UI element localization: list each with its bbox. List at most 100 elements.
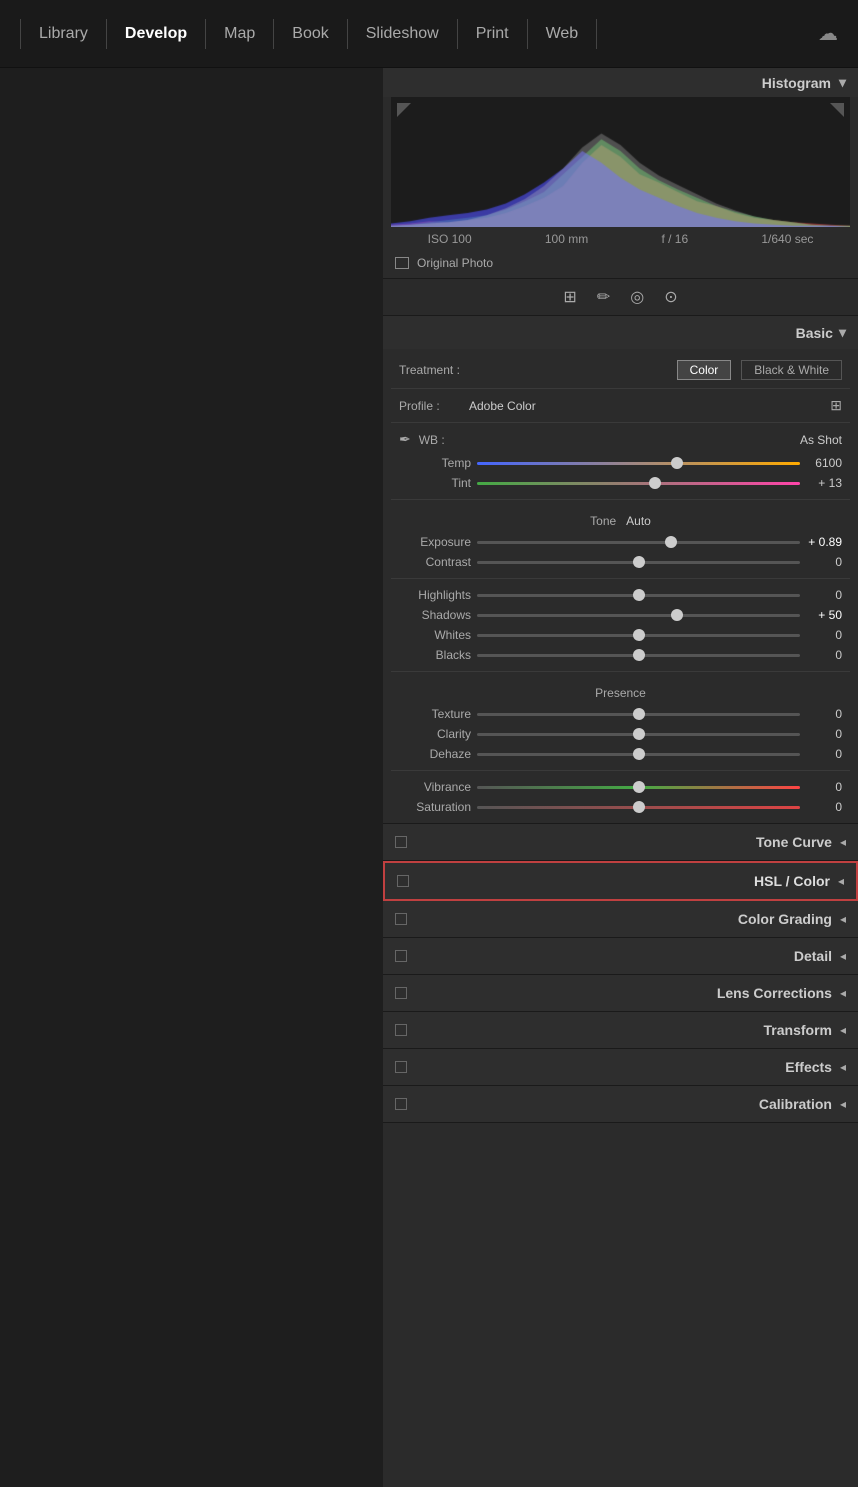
slider-track-dehaze[interactable] xyxy=(477,753,800,756)
panel-title-calibration: Calibration xyxy=(417,1096,832,1112)
panel-checkbox-detail[interactable] xyxy=(395,950,407,962)
slider-label-temp: Temp xyxy=(399,456,471,470)
slider-value-dehaze: 0 xyxy=(806,747,842,761)
tools-row: ⊞ ✏ ◎ ⊙ xyxy=(383,279,858,316)
original-photo-row[interactable]: Original Photo xyxy=(383,251,858,278)
slider-row-shadows: Shadows+ 50 xyxy=(391,605,850,625)
original-photo-label: Original Photo xyxy=(417,256,493,270)
panel-header-lens-corrections[interactable]: Lens Corrections◂ xyxy=(383,975,858,1012)
panel-header-calibration[interactable]: Calibration◂ xyxy=(383,1086,858,1123)
panel-header-hsl-color[interactable]: HSL / Color◂ xyxy=(383,861,858,901)
panel-arrow-effects: ◂ xyxy=(840,1060,846,1074)
slider-thumb-dehaze[interactable] xyxy=(633,748,645,760)
treatment-bw-btn[interactable]: Black & White xyxy=(741,360,842,380)
wb-value[interactable]: As Shot xyxy=(455,433,842,447)
slider-thumb-tint[interactable] xyxy=(649,477,661,489)
top-navigation: Library Develop Map Book Slideshow Print… xyxy=(0,0,858,68)
slider-row-exposure: Exposure+ 0.89 xyxy=(391,532,850,552)
panel-checkbox-hsl-color[interactable] xyxy=(397,875,409,887)
eyedropper-icon[interactable]: ✒ xyxy=(399,431,411,448)
slider-thumb-saturation[interactable] xyxy=(633,801,645,813)
slider-row-whites: Whites0 xyxy=(391,625,850,645)
slider-row-dehaze: Dehaze0 xyxy=(391,744,850,764)
slider-track-shadows[interactable] xyxy=(477,614,800,617)
slider-label-clarity: Clarity xyxy=(399,727,471,741)
treatment-color-btn[interactable]: Color xyxy=(677,360,732,380)
panel-checkbox-tone-curve[interactable] xyxy=(395,836,407,848)
nav-print[interactable]: Print xyxy=(458,19,528,49)
profile-grid-icon[interactable]: ⊞ xyxy=(830,397,842,414)
slider-thumb-blacks[interactable] xyxy=(633,649,645,661)
slider-thumb-contrast[interactable] xyxy=(633,556,645,568)
panel-checkbox-transform[interactable] xyxy=(395,1024,407,1036)
panel-header-detail[interactable]: Detail◂ xyxy=(383,938,858,975)
slider-label-shadows: Shadows xyxy=(399,608,471,622)
slider-thumb-exposure[interactable] xyxy=(665,536,677,548)
auto-tone-btn[interactable]: Auto xyxy=(626,514,651,528)
panel-header-color-grading[interactable]: Color Grading◂ xyxy=(383,901,858,938)
basic-title: Basic xyxy=(796,325,833,341)
slider-track-highlights[interactable] xyxy=(477,594,800,597)
panel-header-effects[interactable]: Effects ◂ xyxy=(383,1049,858,1086)
panel-arrow-lens-corrections: ◂ xyxy=(840,986,846,1000)
tone-subsection: Tone Auto xyxy=(391,506,850,532)
panel-title-effects: Effects xyxy=(417,1059,832,1075)
panel-checkbox-color-grading[interactable] xyxy=(395,913,407,925)
adjust-sliders: Highlights0Shadows+ 50Whites0Blacks0 xyxy=(391,585,850,665)
slider-label-blacks: Blacks xyxy=(399,648,471,662)
slider-thumb-clarity[interactable] xyxy=(633,728,645,740)
histogram-section: Histogram ▾ ISO 100 100 mm f / 16 1/640 … xyxy=(383,68,858,279)
slider-thumb-texture[interactable] xyxy=(633,708,645,720)
slider-track-tint[interactable] xyxy=(477,482,800,485)
slider-value-exposure: + 0.89 xyxy=(806,535,842,549)
nav-web[interactable]: Web xyxy=(528,19,598,49)
cloud-sync-icon[interactable]: ☁ xyxy=(818,21,838,46)
profile-row: Profile : Adobe Color ⊞ xyxy=(391,392,850,419)
slider-track-exposure[interactable] xyxy=(477,541,800,544)
nav-slideshow[interactable]: Slideshow xyxy=(348,19,458,49)
presence-label: Presence xyxy=(595,686,646,700)
histogram-collapse-arrow[interactable]: ▾ xyxy=(839,74,846,91)
panel-checkbox-lens-corrections[interactable] xyxy=(395,987,407,999)
slider-thumb-highlights[interactable] xyxy=(633,589,645,601)
redeye-tool-icon[interactable]: ◎ xyxy=(630,287,644,307)
mask-tool-icon[interactable]: ⊙ xyxy=(664,287,677,307)
nav-book[interactable]: Book xyxy=(274,19,347,49)
crop-tool-icon[interactable]: ⊞ xyxy=(563,287,576,307)
color-sliders-container: Vibrance0Saturation0 xyxy=(391,777,850,817)
slider-thumb-temp[interactable] xyxy=(671,457,683,469)
panel-title-tone-curve: Tone Curve xyxy=(417,834,832,850)
slider-track-blacks[interactable] xyxy=(477,654,800,657)
slider-track-contrast[interactable] xyxy=(477,561,800,564)
profile-select[interactable]: Adobe Color xyxy=(469,399,830,413)
slider-track-texture[interactable] xyxy=(477,713,800,716)
heal-tool-icon[interactable]: ✏ xyxy=(597,287,610,307)
slider-thumb-whites[interactable] xyxy=(633,629,645,641)
slider-value-clarity: 0 xyxy=(806,727,842,741)
exif-iso: ISO 100 xyxy=(428,232,472,246)
slider-label-texture: Texture xyxy=(399,707,471,721)
slider-thumb-vibrance[interactable] xyxy=(633,781,645,793)
treatment-label: Treatment : xyxy=(399,363,667,377)
exif-shutter: 1/640 sec xyxy=(761,232,813,246)
slider-track-saturation[interactable] xyxy=(477,806,800,809)
slider-track-vibrance[interactable] xyxy=(477,786,800,789)
slider-track-whites[interactable] xyxy=(477,634,800,637)
photo-canvas xyxy=(0,68,383,1487)
original-photo-icon xyxy=(395,257,409,269)
basic-section-header[interactable]: Basic ▾ xyxy=(383,316,858,349)
slider-thumb-shadows[interactable] xyxy=(671,609,683,621)
nav-library[interactable]: Library xyxy=(20,19,107,49)
panel-checkbox-effects[interactable] xyxy=(395,1061,407,1073)
slider-track-temp[interactable] xyxy=(477,462,800,465)
slider-value-highlights: 0 xyxy=(806,588,842,602)
wb-row: ✒ WB : As Shot xyxy=(391,426,850,453)
panel-checkbox-calibration[interactable] xyxy=(395,1098,407,1110)
nav-develop[interactable]: Develop xyxy=(107,19,206,49)
panel-title-transform: Transform xyxy=(417,1022,832,1038)
tone-label: Tone xyxy=(590,514,616,528)
panel-header-tone-curve[interactable]: Tone Curve◂ xyxy=(383,824,858,861)
nav-map[interactable]: Map xyxy=(206,19,274,49)
panel-header-transform[interactable]: Transform◂ xyxy=(383,1012,858,1049)
slider-track-clarity[interactable] xyxy=(477,733,800,736)
